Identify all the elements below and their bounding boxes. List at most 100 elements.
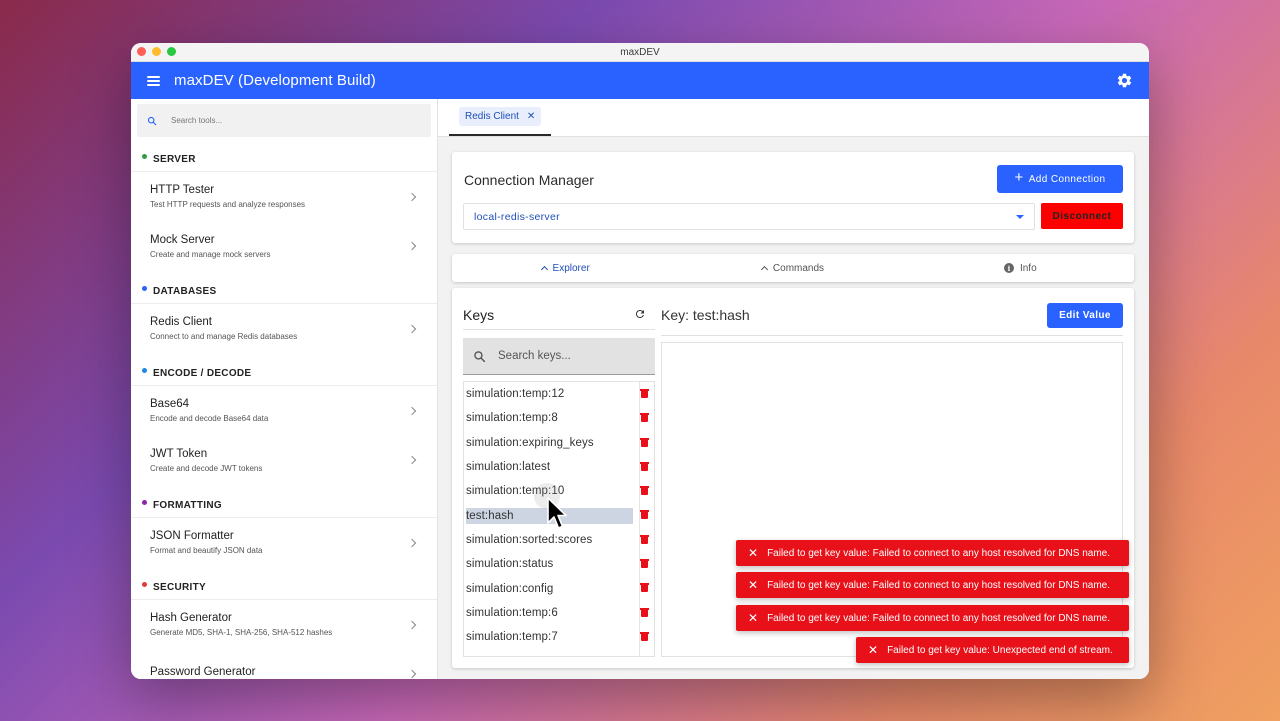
chevron-right-icon [407, 669, 417, 679]
hamburger-menu-icon[interactable] [147, 75, 160, 86]
chevron-up-icon [540, 265, 548, 274]
trash-icon[interactable] [640, 559, 649, 569]
chevron-right-icon [407, 406, 417, 415]
close-icon[interactable]: ✕ [748, 612, 758, 624]
key-row[interactable]: simulation:expiring_keys [464, 431, 654, 455]
section-dot [142, 153, 147, 159]
trash-icon[interactable] [640, 486, 649, 496]
key-name: simulation:temp:12 [466, 388, 565, 401]
tool-search-box[interactable] [137, 104, 431, 137]
divider [463, 329, 655, 330]
key-row[interactable]: simulation:temp:7 [464, 625, 654, 649]
tool-search-input[interactable] [171, 116, 371, 125]
sidebar-item-jwt-token[interactable]: JWT Token Create and decode JWT tokens [131, 435, 437, 485]
edit-value-button[interactable]: Edit Value [1047, 303, 1123, 328]
section-label: ENCODE / DECODE [153, 367, 252, 379]
tool-name: JWT Token [150, 447, 208, 460]
chevron-right-icon [407, 241, 417, 251]
subtab-explorer[interactable]: Explorer [452, 263, 679, 274]
sidebar-item-http-tester[interactable]: HTTP Tester Test HTTP requests and analyz… [131, 171, 437, 221]
key-name: simulation:temp:6 [466, 606, 558, 619]
sidebar-item-password-generator[interactable]: Password Generator [131, 649, 437, 679]
close-icon[interactable]: ✕ [748, 579, 758, 591]
trash-icon[interactable] [640, 389, 649, 398]
trash-icon[interactable] [640, 461, 649, 471]
app-bar: maxDEV (Development Build) [131, 62, 1149, 99]
refresh-icon[interactable] [634, 308, 646, 320]
key-row[interactable]: simulation:status [464, 552, 654, 576]
key-row[interactable]: simulation:latest [464, 455, 654, 479]
trash-icon[interactable] [640, 583, 649, 593]
tab-label: Redis Client [465, 111, 519, 122]
section-server: SERVER [131, 147, 437, 171]
subtab-label: Explorer [552, 262, 590, 274]
error-toast: ✕ Failed to get key value: Unexpected en… [856, 637, 1129, 663]
section-security: SECURITY [131, 575, 437, 599]
key-name: simulation:temp:10 [466, 485, 565, 498]
trash-icon[interactable] [640, 413, 649, 423]
section-label: SECURITY [153, 581, 206, 593]
close-tab-icon[interactable]: ✕ [527, 111, 535, 122]
tool-desc: Connect to and manage Redis databases [150, 332, 298, 341]
section-dot [142, 499, 147, 505]
subtab-commands[interactable]: Commands [679, 263, 906, 274]
explorer-subtabs: Explorer Commands i Info [452, 254, 1134, 282]
window-controls [137, 47, 176, 56]
add-connection-button[interactable]: + Add Connection [997, 165, 1123, 193]
connection-select[interactable]: local-redis-server [463, 203, 1035, 230]
tool-desc: Test HTTP requests and analyze responses [150, 200, 306, 209]
subtab-info[interactable]: i Info [907, 263, 1134, 274]
sidebar-item-mock-server[interactable]: Mock Server Create and manage mock server… [131, 221, 437, 271]
settings-gear-icon[interactable] [1116, 72, 1133, 89]
tool-desc: Format and beautify JSON data [150, 546, 263, 555]
key-row[interactable]: simulation:temp:8 [464, 406, 654, 430]
sidebar-item-redis-client[interactable]: Redis Client Connect to and manage Redis … [131, 303, 437, 353]
tab-redis-client[interactable]: Redis Client ✕ [449, 99, 552, 136]
section-dot [142, 367, 147, 373]
section-dot [142, 285, 147, 291]
key-row[interactable]: simulation:temp:12 [464, 382, 654, 406]
minimize-window-button[interactable] [152, 47, 161, 56]
key-row[interactable]: simulation:config [464, 576, 654, 600]
section-label: SERVER [153, 153, 196, 165]
key-row[interactable]: simulation:sorted:scores [464, 528, 654, 552]
close-icon[interactable]: ✕ [868, 644, 878, 656]
subtab-label: Commands [772, 262, 825, 274]
mouse-cursor-icon [547, 497, 567, 529]
key-name: simulation:status [466, 558, 554, 571]
zoom-window-button[interactable] [167, 47, 176, 56]
key-search-input[interactable] [498, 350, 648, 362]
tool-desc: Create and decode JWT tokens [150, 463, 263, 473]
key-search-box[interactable] [463, 338, 655, 375]
trash-icon[interactable] [640, 534, 649, 544]
disconnect-button[interactable]: Disconnect [1041, 203, 1123, 229]
trash-icon[interactable] [640, 510, 649, 520]
section-label: FORMATTING [153, 499, 222, 511]
key-name: simulation:temp:8 [466, 412, 558, 425]
tool-name: Password Generator [150, 666, 256, 678]
trash-icon[interactable] [640, 607, 649, 617]
sidebar-item-base64[interactable]: Base64 Encode and decode Base64 data [131, 385, 437, 435]
tool-name: JSON Formatter [150, 530, 234, 542]
section-dot [142, 581, 147, 587]
close-icon[interactable]: ✕ [748, 547, 758, 559]
key-row[interactable]: simulation:temp:6 [464, 601, 654, 625]
section-label: DATABASES [153, 285, 217, 297]
toast-message: Failed to get key value: Failed to conne… [767, 547, 1111, 559]
chevron-right-icon [407, 455, 417, 465]
section-formatting: FORMATTING [131, 493, 437, 517]
key-name: simulation:config [466, 582, 554, 595]
close-window-button[interactable] [137, 47, 146, 56]
toast-message: Failed to get key value: Failed to conne… [767, 612, 1111, 624]
connection-manager-title: Connection Manager [464, 172, 594, 188]
tool-name: Redis Client [150, 316, 212, 328]
sidebar-item-json-formatter[interactable]: JSON Formatter Format and beautify JSON d… [131, 517, 437, 567]
window-title: maxDEV [620, 46, 660, 58]
trash-icon[interactable] [640, 437, 649, 447]
error-toast: ✕ Failed to get key value: Failed to con… [736, 540, 1129, 566]
sidebar-item-hash-generator[interactable]: Hash Generator Generate MD5, SHA-1, SHA-2… [131, 599, 437, 649]
trash-icon[interactable] [640, 631, 649, 641]
tool-desc: Create and manage mock servers [150, 249, 271, 259]
chevron-right-icon [407, 192, 417, 201]
chevron-right-icon [407, 538, 417, 547]
